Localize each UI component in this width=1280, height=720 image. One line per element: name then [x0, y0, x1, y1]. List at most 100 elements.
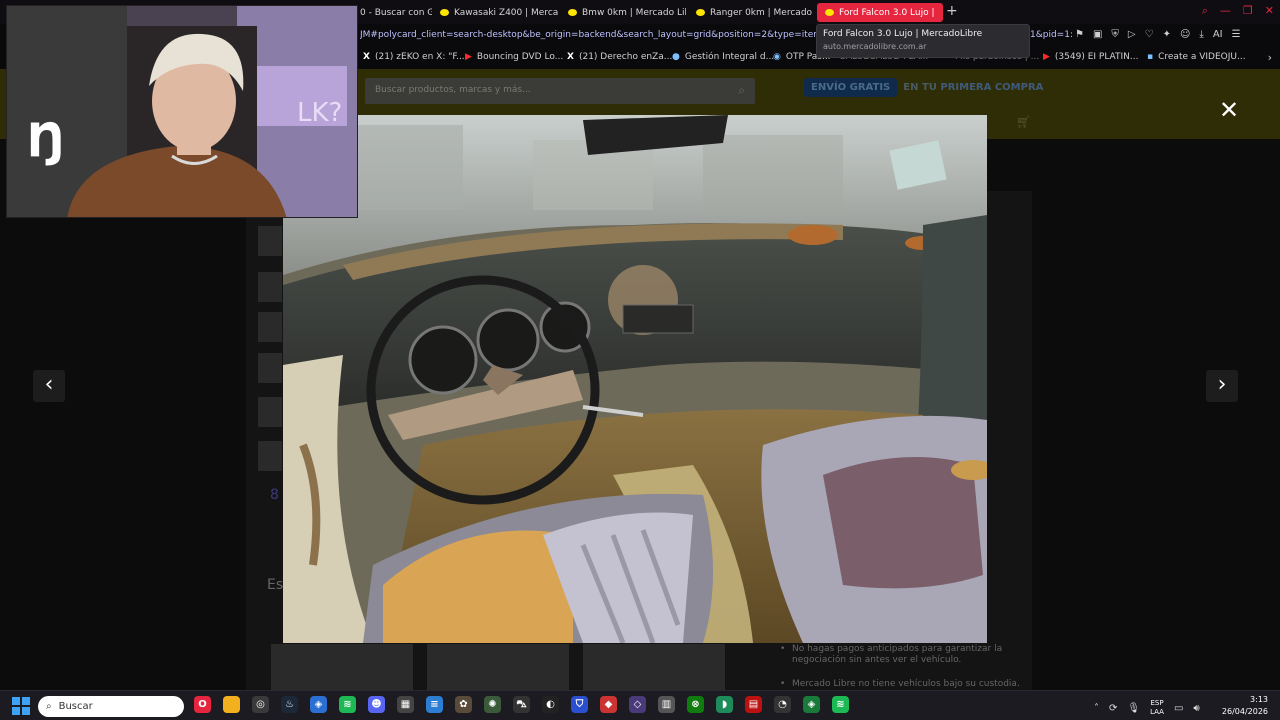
shield-icon[interactable]: ⛉ — [571, 696, 588, 713]
bookmark-item[interactable]: ● Gestión Integral d... — [672, 52, 774, 62]
car-icon[interactable]: ⛍ — [513, 696, 530, 713]
app-icon[interactable]: ▦ — [397, 696, 414, 713]
site-search-input[interactable]: Buscar productos, marcas y más... ⌕ — [365, 78, 755, 104]
game-icon[interactable]: ✿ — [455, 696, 472, 713]
car-interior-illustration — [283, 115, 987, 643]
promo-text: EN TU PRIMERA COMPRA — [903, 82, 1043, 93]
toolbar-icons: ⚑ ▣ ⛨ ▷ ♡ ✦ ☺ ⤓ AI ☰ — [1075, 29, 1241, 40]
github-icon[interactable]: ◐ — [542, 696, 559, 713]
gallery-thumbnail[interactable] — [258, 272, 282, 302]
gallery-thumbnail[interactable] — [258, 441, 282, 471]
taskbar-search-placeholder: Buscar — [58, 701, 93, 712]
url-field-tail[interactable]: 1&pid=1: — [1030, 30, 1073, 40]
heart-icon[interactable]: ♡ — [1145, 29, 1154, 40]
bookmark-item[interactable]: X (21) zEKO en X: "F... — [363, 52, 465, 62]
app-icon[interactable]: ◈ — [803, 696, 820, 713]
notes-icon[interactable]: ≡ — [426, 696, 443, 713]
sync-icon[interactable]: ⟳ — [1109, 703, 1117, 714]
search-icon[interactable]: ⌕ — [738, 83, 745, 98]
chrome-icon[interactable]: ◎ — [252, 696, 269, 713]
previous-image-button[interactable]: ‹ — [33, 370, 65, 402]
app-icon[interactable]: ◗ — [716, 696, 733, 713]
related-item-image[interactable] — [427, 644, 569, 690]
promo-banner[interactable]: ENVÍO GRATIS EN TU PRIMERA COMPRA — [804, 78, 1043, 97]
tab-bmw[interactable]: Bmw 0km | Mercado Libre — [560, 3, 686, 22]
microphone-icon[interactable]: 🎙︎ — [1127, 703, 1140, 714]
app-icon[interactable]: ◈ — [310, 696, 327, 713]
url-field[interactable]: JM#polycard_client=search-desktop&be_ori… — [360, 30, 820, 40]
search-icon[interactable]: ⌕ — [1202, 4, 1208, 18]
volume-icon[interactable]: 🔊︎ — [1193, 703, 1199, 714]
bookmark-icon[interactable]: ⚑ — [1075, 29, 1084, 40]
spotify-icon[interactable]: ≋ — [832, 696, 849, 713]
app-icon[interactable]: ◔ — [774, 696, 791, 713]
menu-icon[interactable]: ☰ — [1232, 29, 1241, 40]
app-icon[interactable]: ▤ — [745, 696, 762, 713]
extensions-icon[interactable]: ✦ — [1163, 29, 1171, 40]
keyboard-language[interactable]: ESP LAA — [1150, 699, 1164, 717]
gallery-thumbnail[interactable] — [258, 226, 282, 256]
new-tab-button[interactable]: + — [946, 3, 958, 19]
x-icon: X — [363, 52, 370, 62]
windows-taskbar: ⌕ Buscar O ◎ ♨ ◈ ≋ ☻ ▦ ≡ ✿ ✺ ⛍ ◐ ⛉ ◆ ◇ ▥… — [0, 690, 1280, 720]
display-icon[interactable]: ▭ — [1174, 703, 1183, 714]
webcam-illustration: LK? Ŋ — [7, 6, 357, 217]
chevron-right-icon[interactable]: › — [1268, 51, 1272, 64]
file-explorer-icon[interactable] — [223, 696, 240, 713]
steam-icon: ◉ — [773, 52, 781, 62]
next-image-button[interactable]: › — [1206, 370, 1238, 402]
clock-date: 26/04/2026 — [1221, 707, 1268, 716]
app-icon[interactable]: ▥ — [658, 696, 675, 713]
opera-gx-icon[interactable]: O — [194, 696, 211, 713]
tab-google-search[interactable]: 0 - Buscar con G — [352, 3, 432, 22]
promo-strong: PRIMERA COMPRA — [940, 82, 1044, 93]
cart-icon[interactable]: 🛒︎ — [1016, 115, 1031, 129]
close-lightbox-button[interactable]: ✕ — [1217, 98, 1241, 122]
image-counter[interactable]: 8 — [270, 487, 279, 503]
system-clock[interactable]: 3:13 26/04/2026 — [1222, 694, 1268, 718]
xbox-icon[interactable]: ⊗ — [687, 696, 704, 713]
bookmark-item[interactable]: X (21) Derecho enZa... — [567, 52, 672, 62]
spotify-icon[interactable]: ≋ — [339, 696, 356, 713]
gallery-thumbnail[interactable] — [258, 312, 282, 342]
steam-icon[interactable]: ♨ — [281, 696, 298, 713]
snapshot-icon[interactable]: ▣ — [1093, 29, 1102, 40]
minimize-icon[interactable]: — — [1220, 4, 1231, 18]
restore-icon[interactable]: ❐ — [1243, 4, 1253, 18]
tab-kawasaki[interactable]: Kawasaki Z400 | Mercado — [432, 3, 558, 22]
app-icon[interactable]: ◆ — [600, 696, 617, 713]
x-icon: X — [567, 52, 574, 62]
tab-label: Bmw 0km | Mercado Libre — [582, 7, 686, 18]
related-item-image[interactable] — [583, 644, 725, 690]
section-heading: Es — [267, 577, 284, 593]
bookmark-item[interactable]: ▶ Bouncing DVD Lo... — [465, 52, 563, 62]
game-icon[interactable]: ✺ — [484, 696, 501, 713]
app-icon[interactable]: ◇ — [629, 696, 646, 713]
tab-ford-falcon[interactable]: Ford Falcon 3.0 Lujo | ✕ — [817, 3, 943, 22]
ai-icon[interactable]: AI — [1213, 29, 1223, 40]
discord-icon[interactable]: ☻ — [368, 696, 385, 713]
gallery-thumbnail[interactable] — [258, 397, 282, 427]
youtube-icon: ▶ — [1043, 52, 1050, 62]
gallery-thumbnail[interactable] — [258, 353, 282, 383]
search-placeholder: Buscar productos, marcas y más... — [375, 85, 531, 95]
chevron-up-icon[interactable]: ˄ — [1094, 703, 1099, 714]
related-item-image[interactable] — [271, 644, 413, 690]
taskbar-search-box[interactable]: ⌕ Buscar — [38, 696, 184, 717]
windows-logo-tile — [22, 707, 30, 715]
download-icon[interactable]: ⤓ — [1199, 29, 1203, 40]
clock-time: 3:13 — [1250, 695, 1268, 704]
start-button[interactable] — [12, 697, 30, 715]
lang-bottom: LAA — [1150, 708, 1164, 716]
bookmark-item[interactable]: ▪ Create a VIDEOJU... — [1147, 52, 1246, 62]
system-tray: ˄ ⟳ 🎙︎ ESP LAA ▭ 🔊︎ — [1094, 699, 1200, 717]
promo-prefix: EN TU — [903, 82, 937, 93]
bookmark-label: Gestión Integral d... — [684, 52, 775, 62]
play-icon[interactable]: ▷ — [1128, 29, 1136, 40]
bookmark-item[interactable]: ▶ (3549) EI PLATIN... — [1043, 52, 1138, 62]
tab-ranger[interactable]: Ranger 0km | Mercado Lib — [688, 3, 814, 22]
profile-icon[interactable]: ☺ — [1180, 29, 1190, 40]
shield-icon[interactable]: ⛨ — [1111, 29, 1119, 40]
close-window-icon[interactable]: ✕ — [1265, 4, 1274, 18]
bookmark-label: (21) Derecho enZa... — [578, 52, 673, 62]
